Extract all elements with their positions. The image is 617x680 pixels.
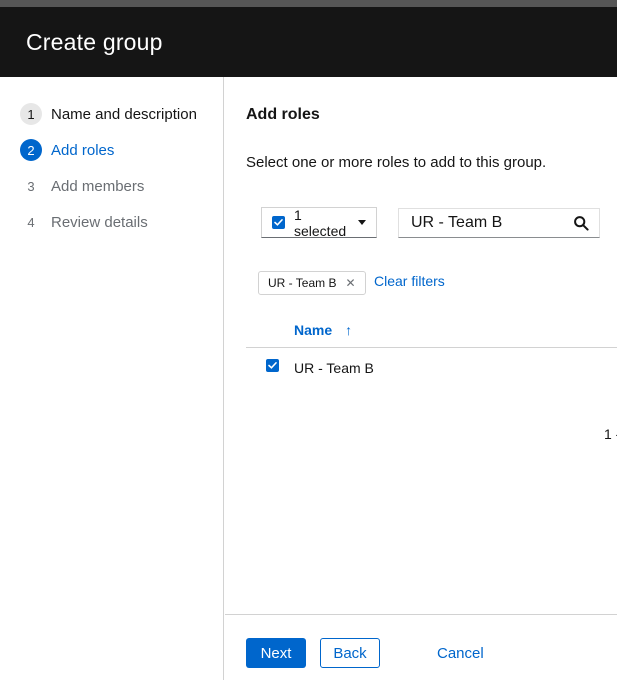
wizard-step-review-details[interactable]: 4 Review details xyxy=(0,204,223,240)
step-label: Review details xyxy=(51,213,148,231)
chip-remove-icon[interactable]: ✕ xyxy=(345,277,355,289)
column-label: Name xyxy=(294,322,333,338)
wizard-step-name-and-description[interactable]: 1 Name and description xyxy=(0,96,223,132)
check-icon xyxy=(274,219,283,226)
search-input[interactable] xyxy=(399,214,573,232)
sort-ascending-icon: ↑ xyxy=(345,322,353,338)
step-number-badge: 4 xyxy=(27,214,35,230)
pagination-summary: 1 - xyxy=(604,426,617,442)
filter-chip: UR - Team B ✕ xyxy=(258,271,366,295)
wizard-step-nav: 1 Name and description 2 Add roles 3 Add… xyxy=(0,77,224,680)
clear-filters-link[interactable]: Clear filters xyxy=(374,273,445,289)
wizard-title: Create group xyxy=(26,28,163,55)
search-button[interactable] xyxy=(573,215,599,231)
table-column-header-name[interactable]: Name ↑ xyxy=(294,322,352,338)
bulk-select-checkbox[interactable] xyxy=(272,216,285,229)
page-top-strip xyxy=(0,0,617,7)
step-number-badge: 3 xyxy=(27,178,35,194)
row-select-checkbox[interactable] xyxy=(266,359,279,372)
wizard-header: Create group xyxy=(0,7,617,77)
check-icon xyxy=(268,362,277,369)
wizard-footer: Next Back Cancel xyxy=(225,614,617,680)
wizard-step-add-members[interactable]: 3 Add members xyxy=(0,168,223,204)
wizard-step-add-roles[interactable]: 2 Add roles xyxy=(0,132,223,168)
next-button[interactable]: Next xyxy=(246,638,306,668)
step-label: Name and description xyxy=(51,105,197,123)
step-label: Add roles xyxy=(51,141,115,159)
search-icon xyxy=(574,216,589,231)
bulk-select-dropdown[interactable]: 1 selected xyxy=(261,206,377,239)
step-label: Add members xyxy=(51,177,145,195)
step-number-badge: 1 xyxy=(20,103,42,125)
roles-filter-search xyxy=(398,208,600,238)
create-group-wizard: Create group 1 Name and description 2 Ad… xyxy=(0,0,617,680)
step-number-badge: 2 xyxy=(20,139,42,161)
filter-chip-label: UR - Team B xyxy=(268,276,337,290)
page-title: Add roles xyxy=(246,106,320,123)
role-row-name: UR - Team B xyxy=(294,360,374,376)
back-button[interactable]: Back xyxy=(320,638,380,668)
cancel-button[interactable]: Cancel xyxy=(437,638,484,668)
table-header-divider xyxy=(246,347,617,348)
page-description: Select one or more roles to add to this … xyxy=(246,154,547,171)
chevron-down-icon xyxy=(358,220,366,225)
bulk-select-label: 1 selected xyxy=(294,206,347,239)
